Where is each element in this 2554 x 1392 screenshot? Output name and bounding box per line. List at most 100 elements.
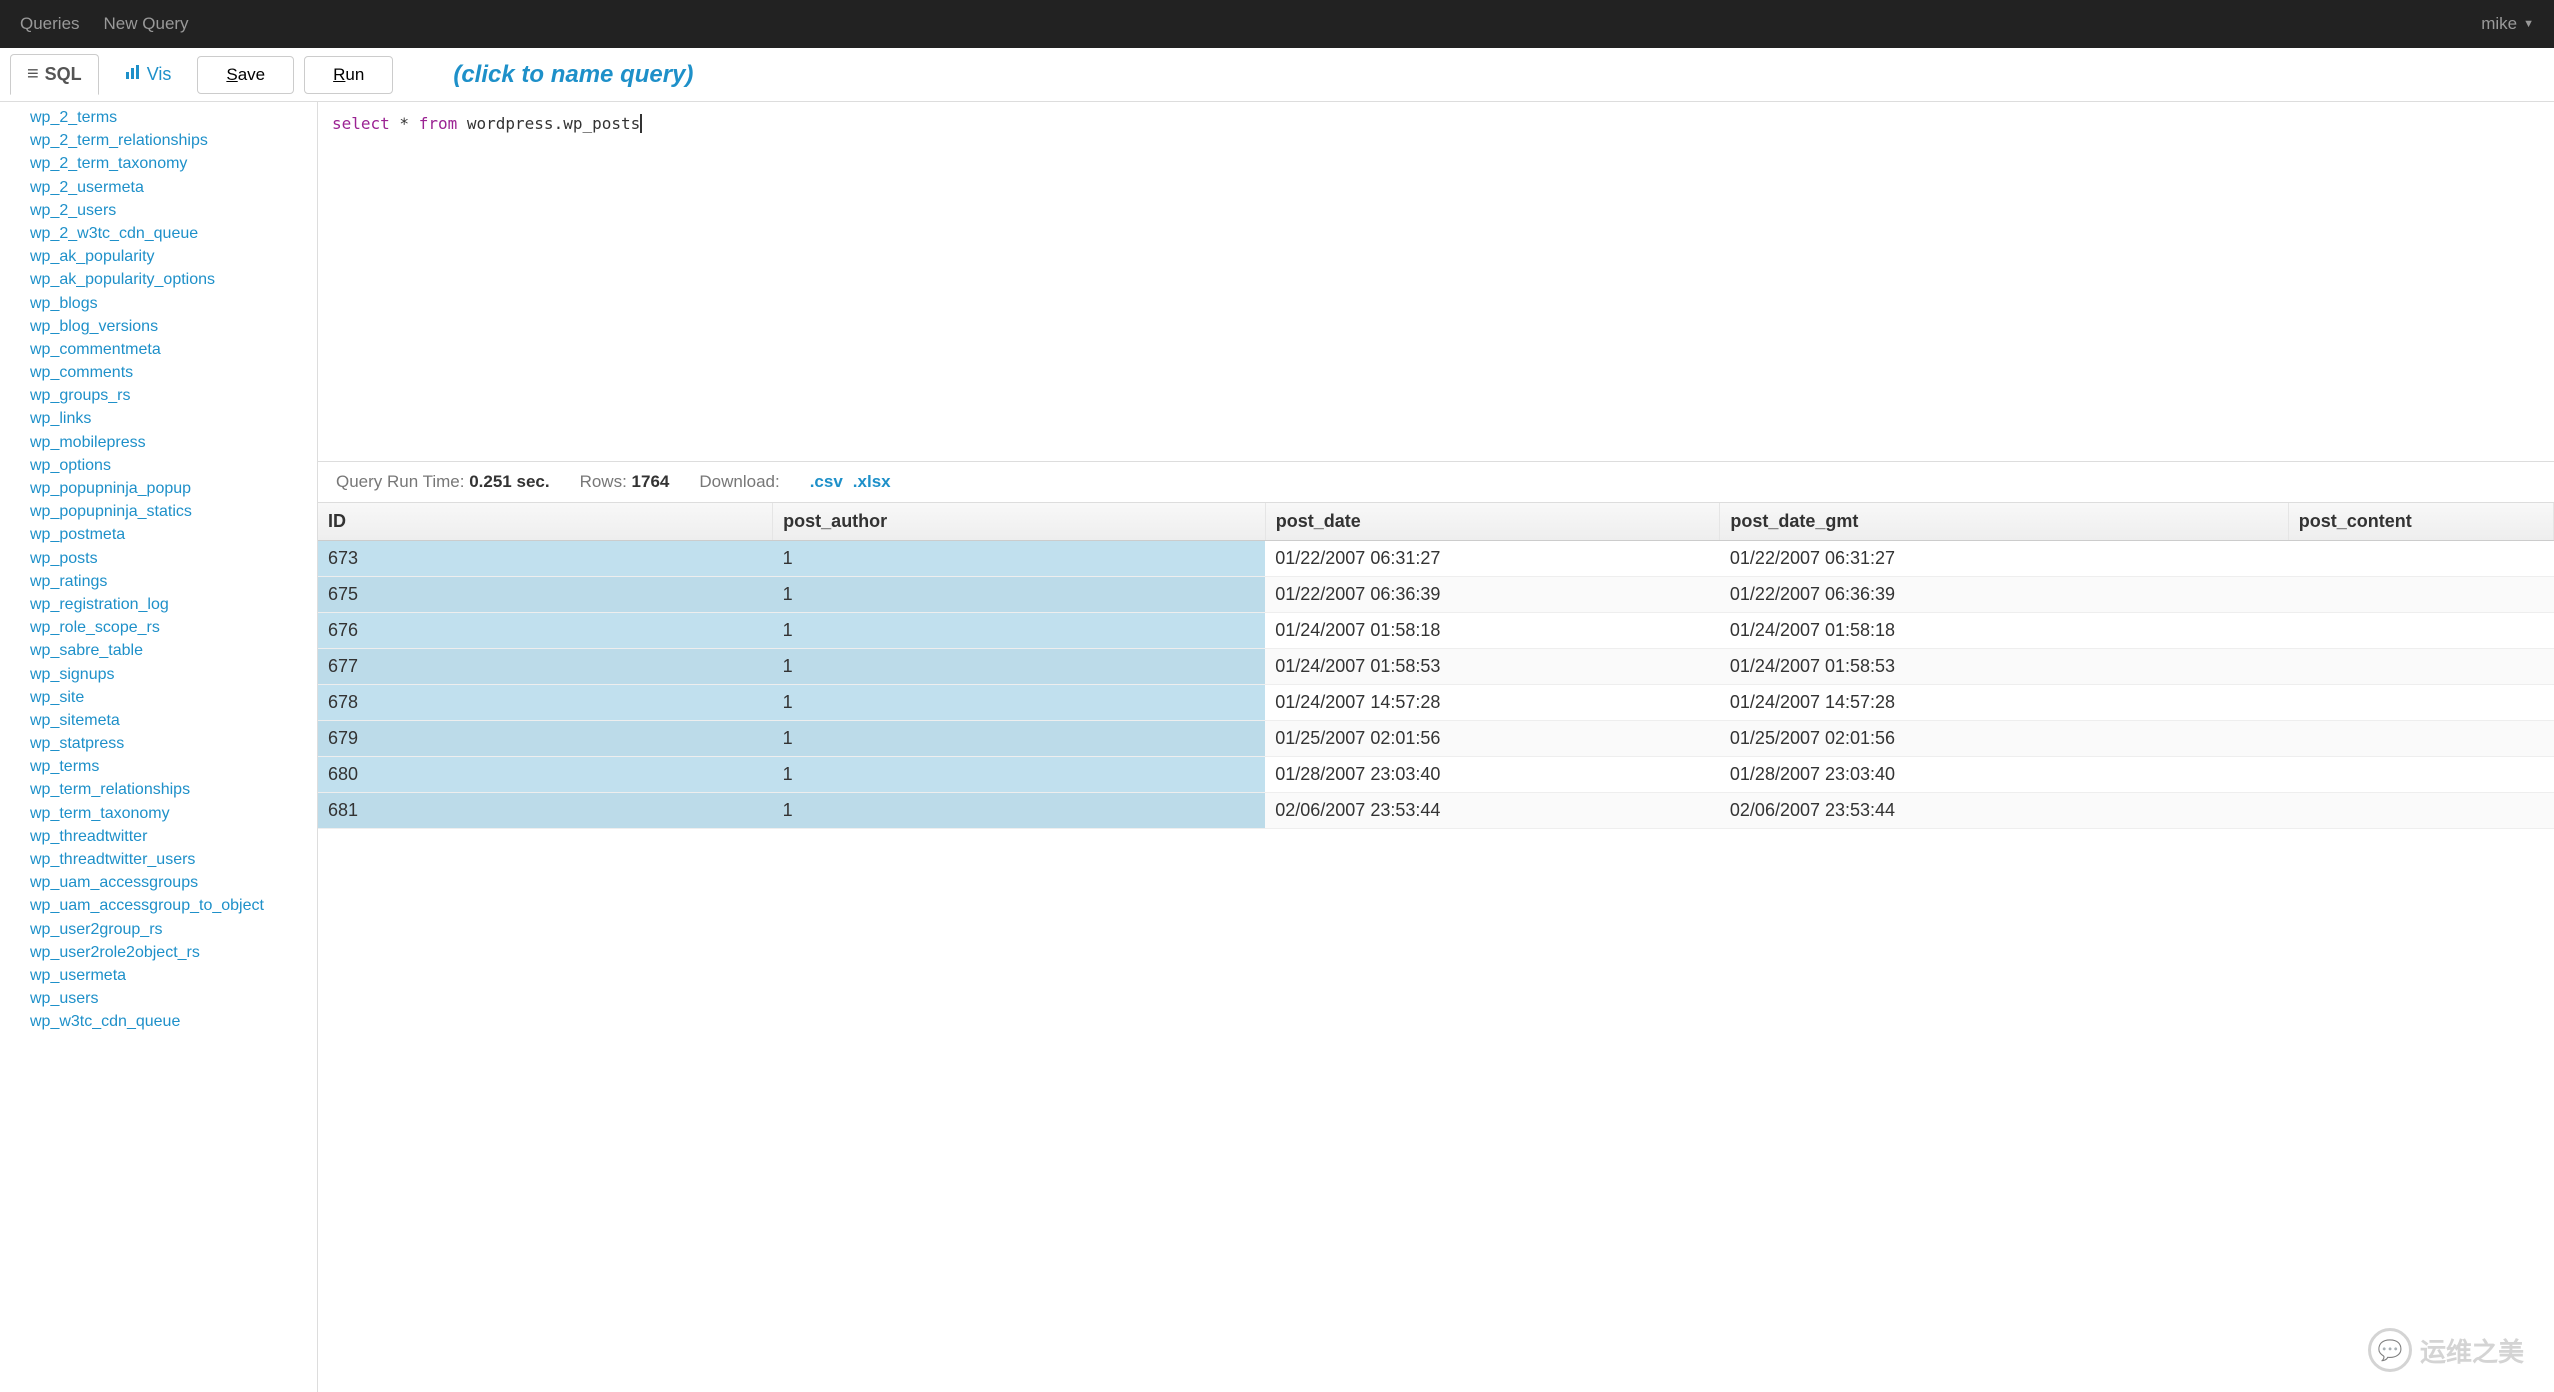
sidebar-table-wp_2_terms[interactable]: wp_2_terms [30, 106, 317, 129]
sidebar-table-wp_mobilepress[interactable]: wp_mobilepress [30, 431, 317, 454]
run-button[interactable]: Run [304, 56, 393, 94]
sidebar-table-wp_uam_accessgroups[interactable]: wp_uam_accessgroups [30, 871, 317, 894]
sidebar-table-wp_sabre_table[interactable]: wp_sabre_table [30, 639, 317, 662]
schema-sidebar[interactable]: wp_2_termswp_2_term_relationshipswp_2_te… [0, 102, 318, 1392]
sql-editor[interactable]: select * from wordpress.wp_posts [318, 102, 2554, 462]
cell-id: 675 [318, 577, 773, 613]
sidebar-table-wp_ak_popularity_options[interactable]: wp_ak_popularity_options [30, 268, 317, 291]
sidebar-table-wp_2_usermeta[interactable]: wp_2_usermeta [30, 176, 317, 199]
sidebar-table-wp_term_taxonomy[interactable]: wp_term_taxonomy [30, 802, 317, 825]
caret-down-icon: ▼ [2523, 18, 2534, 30]
toolbar: SQL Vis Save Run (click to name query) [0, 48, 2554, 102]
cell-author: 1 [773, 685, 1266, 721]
cell-date: 01/25/2007 02:01:56 [1265, 721, 1720, 757]
sidebar-table-wp_groups_rs[interactable]: wp_groups_rs [30, 384, 317, 407]
cell-date: 02/06/2007 23:53:44 [1265, 793, 1720, 829]
column-header-post_content[interactable]: post_content [2288, 503, 2553, 541]
sidebar-table-wp_links[interactable]: wp_links [30, 407, 317, 430]
cell-author: 1 [773, 541, 1266, 577]
results-scroll[interactable]: IDpost_authorpost_datepost_date_gmtpost_… [318, 503, 2554, 1392]
cell-content [2288, 577, 2553, 613]
table-row[interactable]: 680101/28/2007 23:03:4001/28/2007 23:03:… [318, 757, 2554, 793]
table-row[interactable]: 681102/06/2007 23:53:4402/06/2007 23:53:… [318, 793, 2554, 829]
editor-star: * [390, 114, 419, 133]
results-table: IDpost_authorpost_datepost_date_gmtpost_… [318, 503, 2554, 829]
sidebar-table-wp_users[interactable]: wp_users [30, 987, 317, 1010]
cell-author: 1 [773, 613, 1266, 649]
download-csv[interactable]: .csv [810, 472, 843, 492]
sidebar-table-wp_blog_versions[interactable]: wp_blog_versions [30, 315, 317, 338]
cell-id: 676 [318, 613, 773, 649]
sidebar-table-wp_statpress[interactable]: wp_statpress [30, 732, 317, 755]
table-row[interactable]: 679101/25/2007 02:01:5601/25/2007 02:01:… [318, 721, 2554, 757]
sidebar-table-wp_registration_log[interactable]: wp_registration_log [30, 593, 317, 616]
sidebar-table-wp_ak_popularity[interactable]: wp_ak_popularity [30, 245, 317, 268]
sidebar-table-wp_threadtwitter[interactable]: wp_threadtwitter [30, 825, 317, 848]
cell-date: 01/22/2007 06:31:27 [1265, 541, 1720, 577]
editor-rest: wordpress.wp_posts [457, 114, 640, 133]
table-row[interactable]: 676101/24/2007 01:58:1801/24/2007 01:58:… [318, 613, 2554, 649]
table-row[interactable]: 673101/22/2007 06:31:2701/22/2007 06:31:… [318, 541, 2554, 577]
sidebar-table-wp_usermeta[interactable]: wp_usermeta [30, 964, 317, 987]
sidebar-table-wp_threadtwitter_users[interactable]: wp_threadtwitter_users [30, 848, 317, 871]
sidebar-table-wp_2_term_relationships[interactable]: wp_2_term_relationships [30, 129, 317, 152]
rows-value: 1764 [632, 472, 670, 491]
cell-id: 677 [318, 649, 773, 685]
query-name-input[interactable]: (click to name query) [453, 61, 693, 89]
kw-from: from [419, 114, 458, 133]
sidebar-table-wp_user2group_rs[interactable]: wp_user2group_rs [30, 918, 317, 941]
cell-author: 1 [773, 721, 1266, 757]
user-menu[interactable]: mike ▼ [2481, 14, 2534, 34]
tab-vis[interactable]: Vis [109, 56, 188, 93]
sidebar-table-wp_site[interactable]: wp_site [30, 686, 317, 709]
column-header-post_date[interactable]: post_date [1265, 503, 1720, 541]
cell-content [2288, 685, 2553, 721]
sidebar-table-wp_2_users[interactable]: wp_2_users [30, 199, 317, 222]
sidebar-table-wp_ratings[interactable]: wp_ratings [30, 570, 317, 593]
sidebar-table-wp_posts[interactable]: wp_posts [30, 547, 317, 570]
nav-new-query[interactable]: New Query [104, 14, 189, 34]
top-navbar: Queries New Query mike ▼ [0, 0, 2554, 48]
table-row[interactable]: 675101/22/2007 06:36:3901/22/2007 06:36:… [318, 577, 2554, 613]
cell-content [2288, 649, 2553, 685]
sidebar-table-wp_options[interactable]: wp_options [30, 454, 317, 477]
cell-date-gmt: 01/22/2007 06:36:39 [1720, 577, 2288, 613]
download-xlsx[interactable]: .xlsx [853, 472, 891, 492]
column-header-post_date_gmt[interactable]: post_date_gmt [1720, 503, 2288, 541]
table-row[interactable]: 678101/24/2007 14:57:2801/24/2007 14:57:… [318, 685, 2554, 721]
sidebar-table-wp_w3tc_cdn_queue[interactable]: wp_w3tc_cdn_queue [30, 1010, 317, 1033]
sidebar-table-wp_2_w3tc_cdn_queue[interactable]: wp_2_w3tc_cdn_queue [30, 222, 317, 245]
table-row[interactable]: 677101/24/2007 01:58:5301/24/2007 01:58:… [318, 649, 2554, 685]
table-header-row: IDpost_authorpost_datepost_date_gmtpost_… [318, 503, 2554, 541]
column-header-ID[interactable]: ID [318, 503, 773, 541]
text-cursor [640, 114, 642, 133]
sidebar-table-wp_sitemeta[interactable]: wp_sitemeta [30, 709, 317, 732]
cell-content [2288, 757, 2553, 793]
sidebar-table-wp_user2role2object_rs[interactable]: wp_user2role2object_rs [30, 941, 317, 964]
tab-sql[interactable]: SQL [10, 54, 99, 95]
sidebar-table-wp_postmeta[interactable]: wp_postmeta [30, 523, 317, 546]
tab-sql-label: SQL [45, 64, 82, 85]
cell-id: 673 [318, 541, 773, 577]
nav-queries[interactable]: Queries [20, 14, 80, 34]
sidebar-table-wp_signups[interactable]: wp_signups [30, 663, 317, 686]
sidebar-table-wp_comments[interactable]: wp_comments [30, 361, 317, 384]
sidebar-table-wp_role_scope_rs[interactable]: wp_role_scope_rs [30, 616, 317, 639]
cell-date: 01/22/2007 06:36:39 [1265, 577, 1720, 613]
cell-content [2288, 613, 2553, 649]
save-button[interactable]: Save [197, 56, 294, 94]
sidebar-table-wp_2_term_taxonomy[interactable]: wp_2_term_taxonomy [30, 152, 317, 175]
cell-date-gmt: 02/06/2007 23:53:44 [1720, 793, 2288, 829]
sidebar-table-wp_terms[interactable]: wp_terms [30, 755, 317, 778]
sidebar-table-wp_blogs[interactable]: wp_blogs [30, 292, 317, 315]
sidebar-table-wp_commentmeta[interactable]: wp_commentmeta [30, 338, 317, 361]
cell-id: 678 [318, 685, 773, 721]
sidebar-table-wp_popupninja_popup[interactable]: wp_popupninja_popup [30, 477, 317, 500]
sidebar-table-wp_uam_accessgroup_to_object[interactable]: wp_uam_accessgroup_to_object [30, 894, 317, 917]
sidebar-table-wp_popupninja_statics[interactable]: wp_popupninja_statics [30, 500, 317, 523]
tab-vis-label: Vis [147, 64, 172, 85]
cell-date-gmt: 01/22/2007 06:31:27 [1720, 541, 2288, 577]
chart-icon [125, 64, 141, 85]
column-header-post_author[interactable]: post_author [773, 503, 1266, 541]
sidebar-table-wp_term_relationships[interactable]: wp_term_relationships [30, 778, 317, 801]
